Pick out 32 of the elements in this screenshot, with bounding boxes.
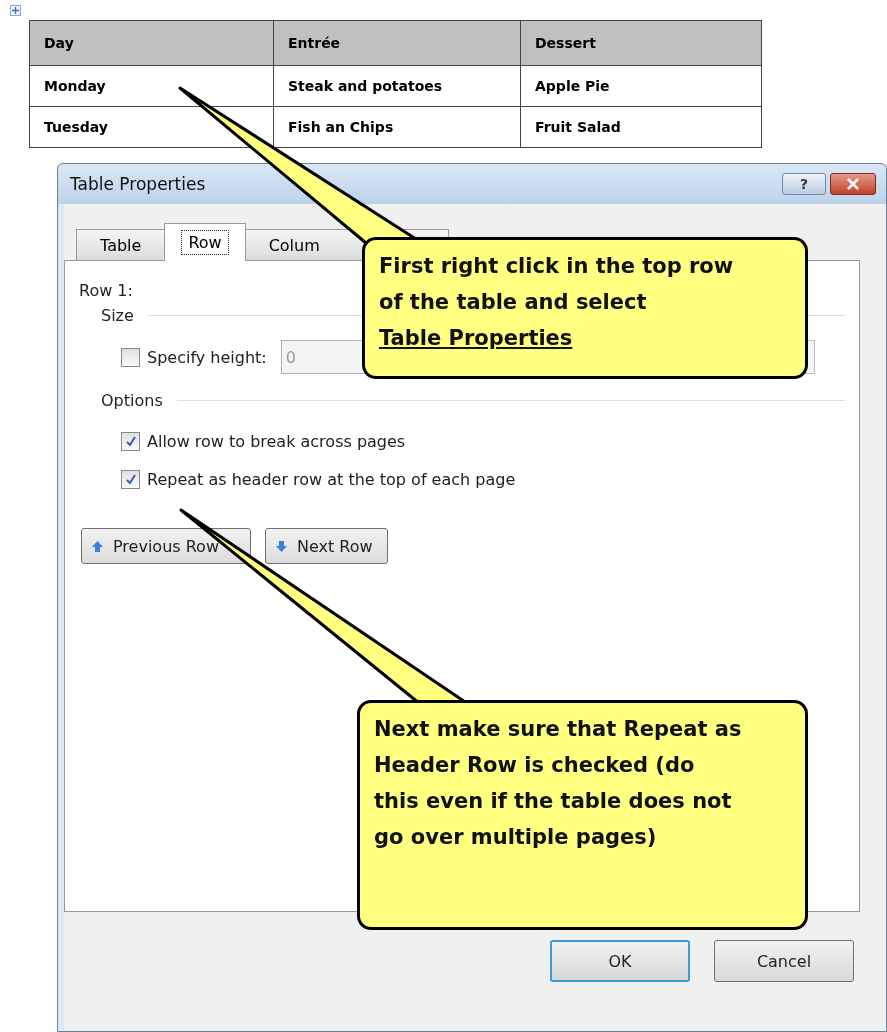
move-handle-icon (10, 5, 21, 16)
table-cell: Steak and potatoes (273, 65, 521, 107)
row-label: Row 1: (79, 281, 134, 300)
up-arrow-icon (92, 540, 103, 552)
column-header: Dessert (520, 20, 762, 66)
checkbox-label: Specify height: (147, 347, 267, 367)
checkbox[interactable] (121, 431, 140, 451)
table-cell: Fish an Chips (273, 106, 521, 148)
close-button[interactable] (830, 173, 876, 195)
tab[interactable]: Row (164, 223, 246, 261)
checkbox-label: Allow row to break across pages (147, 431, 406, 451)
next-row-button[interactable]: Next Row (265, 528, 388, 564)
check-icon (125, 473, 136, 485)
section-title: Options (101, 391, 163, 410)
section-title: Size (101, 306, 134, 325)
callout-text: Next make sure that Repeat as Header Row is checked (do this even if the table does not go over multiple pages) (374, 716, 743, 851)
column-header: Day (29, 20, 274, 66)
table-cell: Apple Pie (520, 65, 762, 107)
cancel-button[interactable]: Cancel (714, 940, 854, 982)
down-arrow-icon (276, 540, 287, 552)
window-title: Table Properties (70, 174, 206, 194)
tab[interactable]: Table (76, 229, 166, 260)
checkbox[interactable] (121, 347, 140, 367)
help-button[interactable]: ? (782, 173, 826, 195)
table-cell: Fruit Salad (520, 106, 762, 148)
close-icon (846, 178, 860, 190)
ok-button[interactable]: OK (550, 940, 690, 982)
checkbox[interactable] (121, 469, 140, 489)
column-header: Entrée (273, 20, 521, 66)
checkbox-label: Repeat as header row at the top of each page (147, 469, 516, 489)
previous-row-button[interactable]: Previous Row (81, 528, 251, 564)
check-icon (125, 435, 136, 447)
